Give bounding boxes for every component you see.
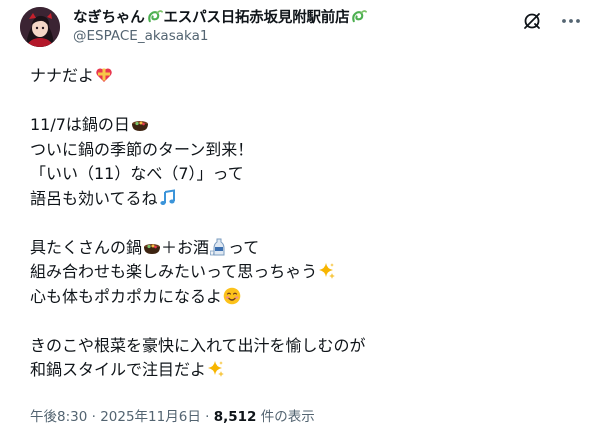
post-line: 「いい（11）なべ（7）」って [30, 164, 244, 183]
more-options-icon[interactable] [559, 10, 583, 32]
post-meta: 午後8:30 · 2025年11月6日 · 8,512 件の表示 [30, 409, 315, 425]
smiling-face-icon [223, 287, 241, 304]
heart-ribbon-icon [96, 68, 112, 82]
post-card: なぎちゃん エスパス日拓赤坂見附駅前店 @ESPACE_akasaka1 ナナだ… [0, 0, 597, 433]
post-time-link[interactable]: 午後8:30 · 2025年11月6日 [30, 409, 201, 425]
post-line: 語呂も効いてるね [30, 187, 570, 212]
post-text: ナナだよ 11/7は鍋の日 ついに鍋の季節のターン到来！ 「いい（11）なべ（7… [30, 64, 570, 383]
sparkles-icon [319, 263, 336, 279]
author-handle[interactable]: @ESPACE_akasaka1 [73, 28, 208, 44]
post-line: 組み合わせも楽しみたいって思っちゃう [30, 260, 570, 285]
post-line: 和鍋スタイルで注目だよ [30, 358, 570, 383]
hotpot-icon [131, 121, 148, 131]
author-display-name[interactable]: なぎちゃん [73, 6, 145, 27]
author-display-name-suffix[interactable]: エスパス日拓赤坂見附駅前店 [164, 6, 350, 27]
seedling-swirl-icon [352, 9, 368, 22]
sparkles-icon [208, 361, 225, 377]
hotpot-icon [144, 243, 161, 254]
post-line: ナナだよ [30, 64, 570, 89]
avatar[interactable] [20, 7, 60, 47]
post-line: ついに鍋の季節のターン到来！ [30, 139, 254, 159]
sake-icon [210, 238, 225, 255]
grok-icon[interactable] [521, 10, 543, 32]
view-count-label[interactable]: 件の表示 [256, 409, 315, 425]
post-line: 具たくさんの鍋 ＋お酒 って [30, 237, 260, 257]
post-line: 心も体もポカポカになるよ [30, 285, 570, 310]
music-notes-icon [159, 188, 175, 205]
post-line: きのこや根菜を豪快に入れて出汁を愉しむのが [30, 335, 366, 355]
post-line: 11/7は鍋の日 [30, 113, 570, 138]
seedling-swirl-icon [147, 9, 163, 22]
view-count[interactable]: 8,512 [214, 409, 257, 425]
author-name-row[interactable]: なぎちゃん エスパス日拓赤坂見附駅前店 [73, 6, 368, 26]
